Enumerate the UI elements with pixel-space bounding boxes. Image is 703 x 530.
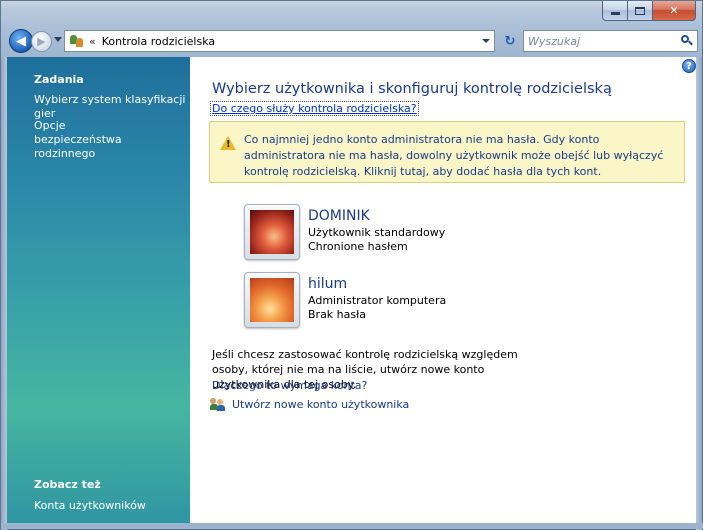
tasks-heading: Zadania [34,73,84,86]
recent-pages-dropdown-icon[interactable] [54,37,62,42]
user-tile-hilum[interactable]: hilum Administrator komputera Brak hasła [244,272,504,330]
caption-buttons: ✕ [602,1,696,22]
refresh-icon: ↻ [504,33,516,49]
task-pane: Zadania Wybierz system klasyfikacji gier… [7,57,190,525]
create-account-link[interactable]: Utwórz nowe konto użytkownika [232,398,409,411]
forward-button[interactable]: ▶ [31,31,52,52]
address-bar[interactable]: « Kontrola rodzicielska [64,30,495,52]
avatar[interactable] [244,272,300,328]
minimize-icon [610,12,620,15]
sidebar-link-game-ratings[interactable]: Wybierz system klasyfikacji gier [34,93,189,121]
user-name[interactable]: DOMINIK [308,208,370,224]
frame-bottom-border [1,523,703,529]
warning-banner[interactable]: ! Co najmniej jedno konto administratora… [209,121,685,183]
create-account-row[interactable]: Utwórz nowe konto użytkownika [210,397,409,411]
search-input[interactable] [528,32,678,50]
see-also-heading: Zobacz też [34,478,101,491]
refresh-button[interactable]: ↻ [499,30,521,52]
user-type: Administrator komputera [308,294,447,307]
window-frame: ✕ ◀ ▶ « Kontrola rodzicielska ↻ Wyszukaj… [0,0,703,530]
user-password-status: Brak hasła [308,308,366,321]
minimize-button[interactable] [602,1,628,21]
warning-text[interactable]: Co najmniej jedno konto administratora n… [244,132,680,180]
sidebar-link-user-accounts[interactable]: Konta użytkowników [34,499,189,513]
user-type: Użytkownik standardowy [308,226,446,239]
close-button[interactable]: ✕ [653,1,696,21]
frame-right-border [696,57,702,530]
address-dropdown-icon[interactable] [482,39,490,43]
navigation-bar: ◀ ▶ « Kontrola rodzicielska ↻ [7,29,698,55]
back-button[interactable]: ◀ [9,29,33,53]
parental-controls-icon [69,33,85,49]
avatar[interactable] [244,204,300,260]
close-icon: ✕ [669,4,679,17]
user-name[interactable]: hilum [308,276,347,292]
flower-picture-icon [250,210,294,254]
why-account-link[interactable]: Dlaczego to wymaga konta? [212,379,367,392]
search-box[interactable] [523,30,698,52]
maximize-button[interactable] [628,1,653,21]
sidebar-link-family-safety[interactable]: Opcje bezpieczeństwa rodzinnego [34,119,154,161]
forward-arrow-icon: ▶ [37,35,46,48]
search-icon[interactable] [681,35,693,46]
flower-picture-icon [250,278,294,322]
users-icon [210,397,226,411]
maximize-icon [635,6,645,15]
main-panel: ? Wybierz użytkownika i skonfiguruj kont… [190,57,698,525]
warning-exclamation-icon: ! [226,139,231,150]
user-password-status: Chronione hasłem [308,240,408,253]
content-area: Zadania Wybierz system klasyfikacji gier… [7,57,698,525]
page-title: Wybierz użytkownika i skonfiguruj kontro… [212,81,612,97]
address-breadcrumb[interactable]: Kontrola rodzicielska [102,35,215,48]
frame-left-border [1,57,7,530]
user-tile-dominik[interactable]: DOMINIK Użytkownik standardowy Chronione… [244,204,504,262]
address-chevron-icon[interactable]: « [89,35,96,48]
back-arrow-icon: ◀ [16,33,26,49]
help-icon[interactable]: ? [682,59,696,73]
help-link[interactable]: Do czego służy kontrola rodzicielska? [210,101,419,116]
